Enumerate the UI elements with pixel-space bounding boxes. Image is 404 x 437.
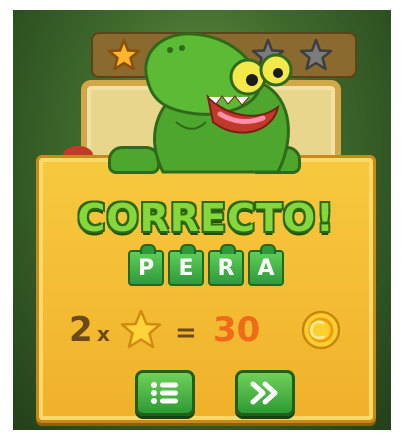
times-sign: x xyxy=(97,322,110,346)
result-title: CORRECTO! xyxy=(77,196,335,240)
letter-tag: A xyxy=(248,244,284,286)
coin-icon xyxy=(301,310,341,350)
crocodile-mascot xyxy=(144,32,293,174)
menu-button[interactable] xyxy=(135,370,195,416)
equals-sign: = xyxy=(175,318,197,348)
fast-forward-icon xyxy=(249,381,281,405)
score-row: 2 x = 30 xyxy=(39,308,373,352)
game-screen: CORRECTO! P E R A 2 x = 30 xyxy=(13,10,391,430)
letter-tag: E xyxy=(168,244,204,286)
letter-tag: P xyxy=(128,244,164,286)
star-icon xyxy=(119,308,163,352)
points-value: 30 xyxy=(213,310,261,350)
letter-tag: R xyxy=(208,244,244,286)
next-button[interactable] xyxy=(235,370,295,416)
list-icon xyxy=(149,380,181,406)
answer-word: P E R A xyxy=(39,244,373,286)
star-multiplier: 2 xyxy=(69,310,93,350)
result-panel: CORRECTO! P E R A 2 x = 30 xyxy=(36,155,376,423)
